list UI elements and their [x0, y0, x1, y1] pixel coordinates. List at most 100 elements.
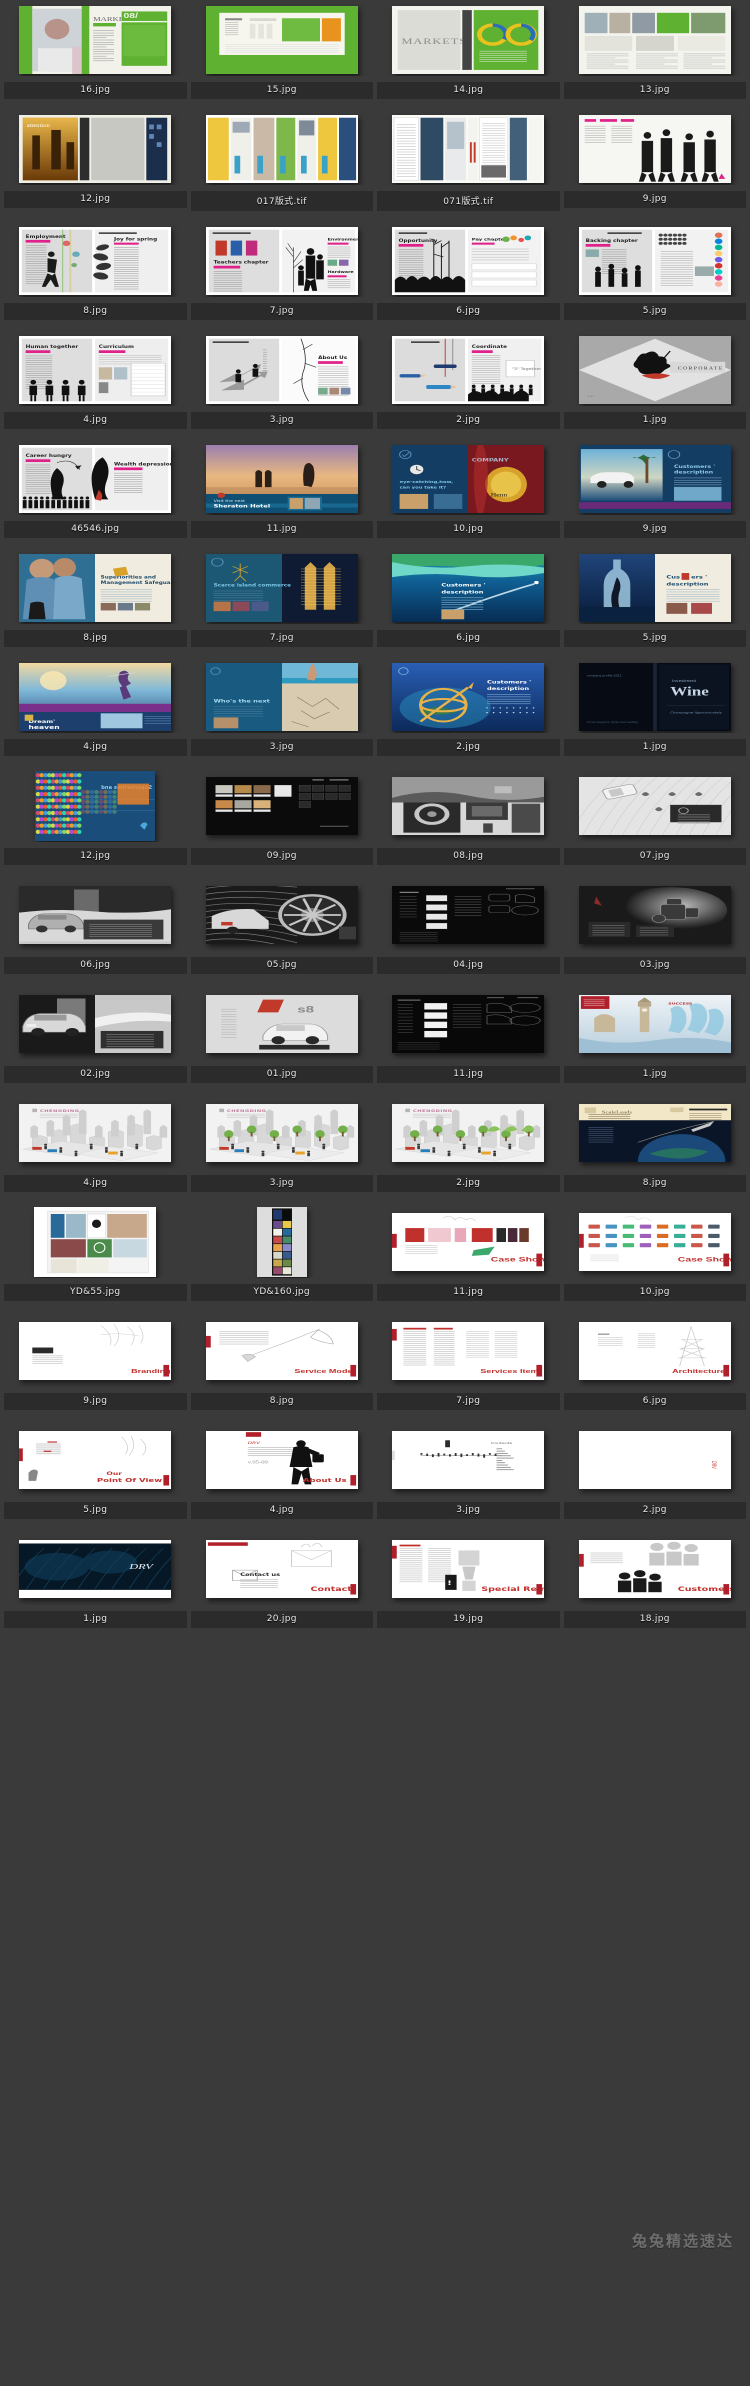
thumbnail-image[interactable]	[4, 1206, 187, 1278]
thumbnail-cell[interactable]: Dream' heaven 4.jpg	[4, 661, 187, 756]
thumbnail-image[interactable]: Customers	[564, 1533, 747, 1605]
thumbnail-image[interactable]: Visit the next Sheraton Hotel	[191, 443, 374, 515]
thumbnail-cell[interactable]: CHENGDING 3.jpg	[190, 1097, 374, 1192]
thumbnail-cell[interactable]: Backing chapter 5.jpg	[563, 225, 747, 320]
thumbnail-image[interactable]: Customers ' description	[377, 552, 560, 624]
thumbnail-image[interactable]: Backing chapter	[564, 225, 747, 297]
thumbnail-image[interactable]: SUCCESS	[564, 988, 747, 1060]
thumbnail-cell[interactable]: Visit the next Sheraton Hotel 11.jpg	[190, 443, 374, 538]
thumbnail-image[interactable]	[564, 4, 747, 76]
thumbnail-image[interactable]: Employment Joy for spring	[4, 225, 187, 297]
thumbnail-cell[interactable]: Human together Curriculum 4.jpg	[4, 334, 187, 429]
thumbnail-cell[interactable]: Customers ' description 9.jpg	[563, 443, 746, 538]
thumbnail-image[interactable]: Case Show	[564, 1206, 747, 1278]
thumbnail-cell[interactable]: 13.jpg	[563, 4, 747, 99]
thumbnail-image[interactable]: Investment Wine company profile 2011 Cha…	[564, 661, 747, 733]
thumbnail-cell[interactable]: Superiorities and 12.jpg	[4, 770, 187, 865]
thumbnail-image[interactable]: Services Item	[377, 1315, 560, 1387]
thumbnail-image[interactable]: Superiorities and	[4, 770, 187, 842]
thumbnail-image[interactable]	[377, 879, 560, 951]
thumbnail-image[interactable]: Architecture	[564, 1315, 747, 1387]
thumbnail-cell[interactable]: Customers 18.jpg	[563, 1533, 747, 1628]
thumbnail-image[interactable]: s8	[191, 988, 374, 1060]
thumbnail-cell[interactable]: Our Point Of View 5.jpg	[4, 1424, 187, 1519]
thumbnail-cell[interactable]: MARKETS 14.jpg	[377, 4, 560, 99]
thumbnail-cell[interactable]: DRV v.05-09 About Us 4.jpg	[190, 1424, 374, 1519]
thumbnail-image[interactable]: MARKETS	[377, 4, 560, 76]
thumbnail-image[interactable]: Customers ' description	[377, 661, 560, 733]
thumbnail-image[interactable]: DRV	[4, 1533, 187, 1605]
thumbnail-image[interactable]: MARKETS 08/	[4, 4, 187, 76]
thumbnail-cell[interactable]: CHENGDING 4.jpg	[4, 1097, 187, 1192]
thumbnail-cell[interactable]: Customers ' description 6.jpg	[377, 552, 560, 647]
thumbnail-cell[interactable]: SUCCESS 1.jpg	[563, 988, 747, 1083]
thumbnail-image[interactable]: Contact us Contact	[191, 1533, 374, 1605]
thumbnail-image[interactable]: Scarce island commerce	[191, 552, 374, 624]
thumbnail-cell[interactable]: 15.jpg	[190, 4, 374, 99]
thumbnail-image[interactable]: Career hungry Wealth depression	[4, 443, 187, 515]
thumbnail-image[interactable]	[191, 1206, 374, 1278]
thumbnail-cell[interactable]: Coordinate "3" Together 2.jpg	[377, 334, 560, 429]
thumbnail-cell[interactable]: Teachers chapter Environment Hardware 7.…	[190, 225, 373, 320]
thumbnail-image[interactable]	[377, 770, 560, 842]
thumbnail-cell[interactable]: Contact us Contact 20.jpg	[190, 1533, 374, 1628]
thumbnail-image[interactable]: Case Show	[377, 1206, 560, 1278]
thumbnail-image[interactable]	[191, 770, 374, 842]
thumbnail-cell[interactable]: Who's the next 3.jpg	[190, 661, 374, 756]
thumbnail-image[interactable]	[564, 770, 747, 842]
thumbnail-cell[interactable]: 05.jpg	[190, 879, 374, 974]
thumbnail-image[interactable]: Branding	[4, 1315, 187, 1387]
thumbnail-cell[interactable]: CORPORATE logo 1.jpg	[563, 334, 747, 429]
thumbnail-cell[interactable]: DRV 1.jpg	[4, 1533, 187, 1628]
thumbnail-cell[interactable]: Case Show 11.jpg	[377, 1206, 560, 1301]
thumbnail-cell[interactable]: Case Show 10.jpg	[563, 1206, 747, 1301]
thumbnail-cell[interactable]: 09.jpg	[190, 770, 374, 865]
thumbnail-cell[interactable]: s8 01.jpg	[190, 988, 374, 1083]
thumbnail-cell[interactable]: ScaleLeads 8.jpg	[563, 1097, 746, 1192]
thumbnail-cell[interactable]: 02.jpg	[4, 988, 187, 1083]
thumbnail-image[interactable]: DRV	[564, 1424, 747, 1496]
thumbnail-cell[interactable]: Employment Joy for spring 8.jpg	[4, 225, 187, 320]
thumbnail-image[interactable]: CHENGDING	[377, 1097, 560, 1169]
thumbnail-image[interactable]: CHENGDING	[191, 1097, 374, 1169]
thumbnail-cell[interactable]: YD&55.jpg	[4, 1206, 187, 1301]
thumbnail-cell[interactable]: About Us 3.jpg	[190, 334, 374, 429]
thumbnail-image[interactable]: Cus ers ' description	[564, 552, 747, 624]
thumbnail-cell[interactable]: Services Item 7.jpg	[377, 1315, 560, 1410]
thumbnail-image[interactable]	[377, 988, 560, 1060]
thumbnail-cell[interactable]: Superiorities and Management Safeguard 8…	[4, 552, 187, 647]
thumbnail-image[interactable]: Human together Curriculum	[4, 334, 187, 406]
thumbnail-image[interactable]: Who's the next	[191, 661, 374, 733]
thumbnail-cell[interactable]: Cus ers ' description 5.jpg	[563, 552, 747, 647]
thumbnail-cell[interactable]: DRV 2.jpg	[563, 1424, 747, 1519]
thumbnail-image[interactable]: attention	[4, 113, 187, 185]
thumbnail-image[interactable]: Opportunity Pay chapter	[377, 225, 560, 297]
thumbnail-cell[interactable]: 071版式.tif	[377, 113, 560, 211]
thumbnail-cell[interactable]: Career hungry Wealth depression 46546.jp…	[4, 443, 187, 538]
thumbnail-image[interactable]	[377, 113, 560, 185]
thumbnail-image[interactable]: CHENGDING	[4, 1097, 187, 1169]
thumbnail-image[interactable]	[4, 879, 187, 951]
thumbnail-image[interactable]: Service Model	[191, 1315, 374, 1387]
thumbnail-cell[interactable]: MARKETS 08/ 16.jpg	[4, 4, 187, 99]
thumbnail-image[interactable]: CORPORATE logo	[564, 334, 747, 406]
thumbnail-cell[interactable]: Customers ' description 2.jpg	[377, 661, 560, 756]
thumbnail-cell[interactable]: attention 12.jpg	[4, 113, 187, 211]
thumbnail-image[interactable]: DRV v.05-09 About Us	[191, 1424, 374, 1496]
thumbnail-cell[interactable]: 07.jpg	[563, 770, 747, 865]
thumbnail-cell[interactable]: Investment Wine company profile 2011 Cha…	[563, 661, 747, 756]
thumbnail-image[interactable]: About Us	[191, 334, 374, 406]
thumbnail-cell[interactable]: ! Special Remind 19.jpg	[377, 1533, 560, 1628]
thumbnail-image[interactable]	[564, 879, 747, 951]
thumbnail-cell[interactable]: YD&160.jpg	[190, 1206, 374, 1301]
thumbnail-image[interactable]	[4, 988, 187, 1060]
thumbnail-cell[interactable]: Scarce island commerce 7.jpg	[190, 552, 374, 647]
thumbnail-image[interactable]: Dream' heaven	[4, 661, 187, 733]
thumbnail-image[interactable]: Superiorities and Management Safeguard	[4, 552, 187, 624]
thumbnail-image[interactable]	[191, 4, 374, 76]
thumbnail-cell[interactable]: Opportunity Pay chapter 6.jpg	[377, 225, 560, 320]
thumbnail-image[interactable]	[191, 879, 374, 951]
thumbnail-image[interactable]	[191, 113, 374, 185]
thumbnail-image[interactable]	[564, 113, 747, 185]
thumbnail-cell[interactable]: 11.jpg	[377, 988, 560, 1083]
